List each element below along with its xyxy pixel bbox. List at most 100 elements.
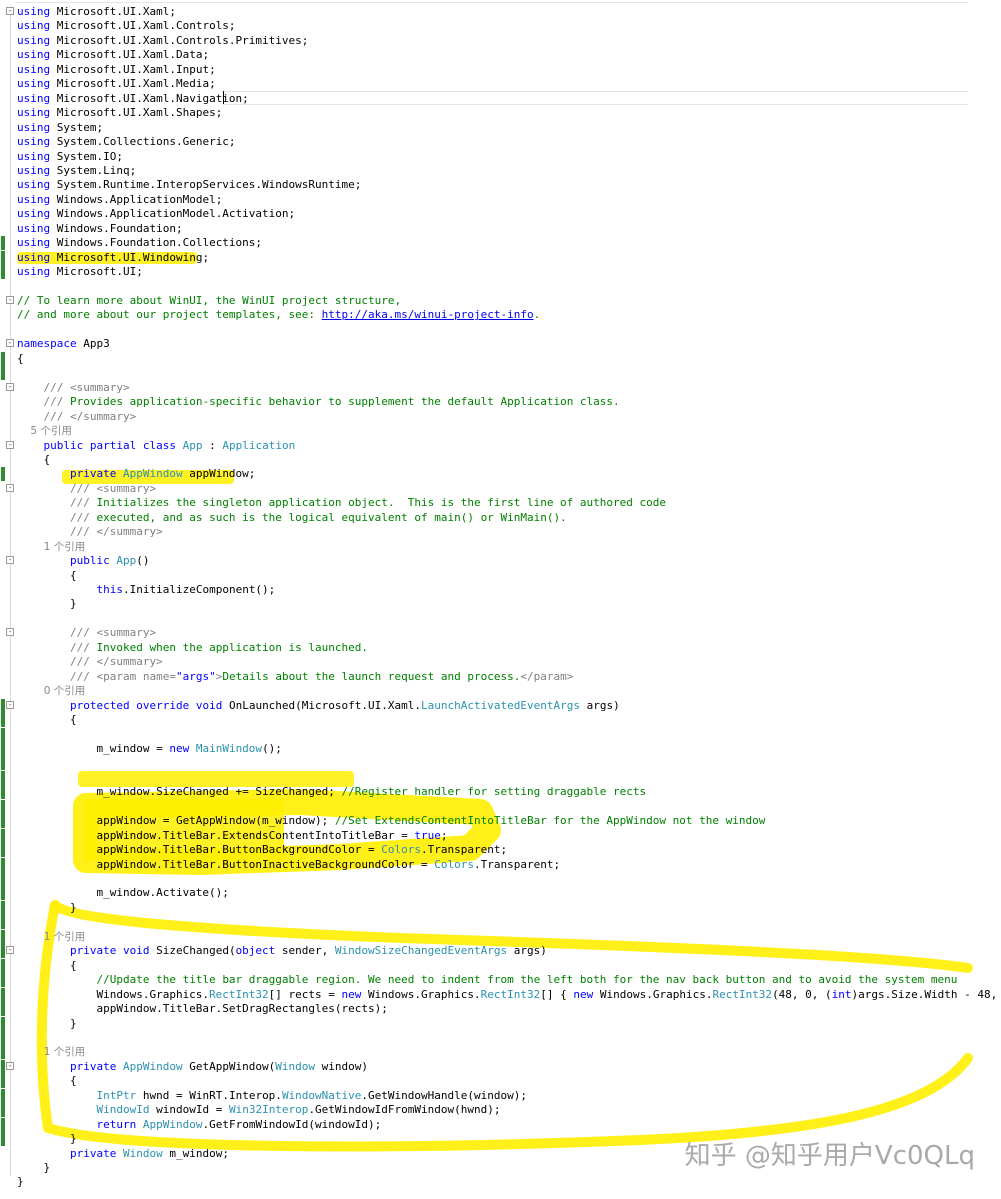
change-bar xyxy=(1,713,5,728)
fold-toggle-icon[interactable]: - xyxy=(6,946,14,955)
code-line[interactable]: - private AppWindow GetAppWindow(Window … xyxy=(0,1059,1001,1074)
code-text: /// Provides application-specific behavi… xyxy=(43,395,620,409)
code-line[interactable]: /// Invoked when the application is laun… xyxy=(0,641,1001,655)
fold-toggle-icon[interactable]: - xyxy=(6,556,14,565)
code-line[interactable] xyxy=(0,280,1001,294)
fold-toggle-icon[interactable]: - xyxy=(6,7,14,15)
code-line[interactable]: 5 个引用 xyxy=(0,424,1001,438)
code-line[interactable]: - /// <summary> xyxy=(0,482,1001,496)
code-line[interactable]: appWindow = GetAppWindow(m_window); //Se… xyxy=(0,814,1001,829)
code-line[interactable]: using System.Linq; xyxy=(0,164,1001,178)
fold-toggle-icon[interactable]: - xyxy=(6,440,14,449)
code-line[interactable]: - public partial class App : Application xyxy=(0,439,1001,453)
code-line[interactable]: /// Initializes the singleton applicatio… xyxy=(0,496,1001,510)
code-line[interactable]: 1 个引用 xyxy=(0,1045,1001,1060)
code-line[interactable]: using Microsoft.UI.Xaml.Controls; xyxy=(0,19,1001,33)
code-line[interactable] xyxy=(0,323,1001,337)
code-line[interactable] xyxy=(0,756,1001,771)
code-line[interactable]: using Microsoft.UI.Xaml.Data; xyxy=(0,48,1001,62)
fold-toggle-icon[interactable]: - xyxy=(6,628,14,637)
code-line[interactable]: /// Provides application-specific behavi… xyxy=(0,395,1001,409)
code-line[interactable]: Windows.Graphics.RectInt32[] rects = new… xyxy=(0,987,1001,1002)
code-line[interactable] xyxy=(0,727,1001,742)
code-text: using Microsoft.UI; xyxy=(17,265,143,279)
code-line[interactable]: -// To learn more about WinUI, the WinUI… xyxy=(0,294,1001,308)
code-line[interactable]: - namespace App3 xyxy=(0,337,1001,351)
code-line[interactable]: using Microsoft.UI.Xaml.Shapes; xyxy=(0,106,1001,120)
code-line[interactable]: } xyxy=(0,900,1001,915)
code-line[interactable]: - public App() xyxy=(0,554,1001,568)
code-line[interactable]: appWindow.TitleBar.SetDragRectangles(rec… xyxy=(0,1002,1001,1017)
code-line[interactable]: return AppWindow.GetFromWindowId(windowI… xyxy=(0,1117,1001,1132)
code-line[interactable]: using System.Runtime.InteropServices.Win… xyxy=(0,178,1001,192)
code-line[interactable]: } xyxy=(0,597,1001,611)
code-line[interactable]: - /// <summary> xyxy=(0,381,1001,395)
code-line[interactable]: using Microsoft.UI; xyxy=(0,265,1001,280)
code-line[interactable]: m_window = new MainWindow(); xyxy=(0,741,1001,756)
code-line[interactable]: using Windows.ApplicationModel.Activatio… xyxy=(0,207,1001,221)
code-line[interactable]: } xyxy=(0,1175,1001,1189)
code-line[interactable]: /// executed, and as such is the logical… xyxy=(0,511,1001,525)
code-line[interactable] xyxy=(0,612,1001,626)
code-line[interactable]: using System; xyxy=(0,121,1001,135)
code-line[interactable]: } xyxy=(0,1016,1001,1031)
code-line[interactable]: private AppWindow appWindow; xyxy=(0,467,1001,482)
code-line[interactable]: using System.IO; xyxy=(0,150,1001,164)
code-line[interactable]: using Windows.Foundation; xyxy=(0,222,1001,236)
code-line[interactable]: using Microsoft.UI.Xaml.Controls.Primiti… xyxy=(0,34,1001,48)
code-line[interactable]: WindowId windowId = Win32Interop.GetWind… xyxy=(0,1103,1001,1118)
code-line[interactable]: using Microsoft.UI.Windowing; xyxy=(0,250,1001,265)
code-line[interactable]: using System.Collections.Generic; xyxy=(0,135,1001,149)
code-text: /// <summary> xyxy=(69,481,157,495)
code-text: using System.Runtime.InteropServices.Win… xyxy=(17,178,362,192)
code-line[interactable]: { xyxy=(0,351,1001,366)
code-line[interactable]: m_window.SizeChanged += SizeChanged; //R… xyxy=(0,785,1001,800)
code-line[interactable] xyxy=(0,799,1001,814)
code-line[interactable]: this.InitializeComponent(); xyxy=(0,583,1001,597)
code-line[interactable]: - /// <summary> xyxy=(0,626,1001,640)
code-line[interactable]: /// </summary> xyxy=(0,655,1001,669)
code-line[interactable]: IntPtr hwnd = WinRT.Interop.WindowNative… xyxy=(0,1088,1001,1103)
fold-toggle-icon[interactable]: - xyxy=(6,483,14,492)
code-text: using Microsoft.UI.Xaml.Data; xyxy=(17,48,210,62)
code-line[interactable]: appWindow.TitleBar.ExtendsContentIntoTit… xyxy=(0,828,1001,843)
code-line[interactable]: /// </summary> xyxy=(0,525,1001,539)
code-line[interactable]: using Windows.Foundation.Collections; xyxy=(0,236,1001,251)
code-line[interactable]: m_window.Activate(); xyxy=(0,886,1001,901)
fold-toggle-icon[interactable]: - xyxy=(6,339,14,348)
code-line[interactable]: { xyxy=(0,453,1001,467)
code-line[interactable]: using Microsoft.UI.Xaml.Input; xyxy=(0,63,1001,77)
code-line[interactable]: { xyxy=(0,1074,1001,1089)
code-line[interactable]: /// <param name="args">Details about the… xyxy=(0,670,1001,684)
code-line[interactable]: 0 个引用 xyxy=(0,684,1001,698)
fold-toggle-icon[interactable]: - xyxy=(6,382,14,391)
change-bar xyxy=(1,973,5,988)
code-line[interactable]: { xyxy=(0,713,1001,728)
code-line[interactable]: 1 个引用 xyxy=(0,540,1001,554)
code-editor[interactable]: - using Microsoft.UI.Xaml; using Microsoft… xyxy=(0,0,1001,1199)
code-line[interactable] xyxy=(0,1030,1001,1045)
code-text: using Windows.Foundation; xyxy=(17,221,183,235)
fold-toggle-icon[interactable]: - xyxy=(6,296,14,304)
fold-toggle-icon[interactable]: - xyxy=(6,700,14,709)
code-line[interactable] xyxy=(0,770,1001,785)
code-line[interactable]: /// </summary> xyxy=(0,410,1001,424)
code-line[interactable]: appWindow.TitleBar.ButtonBackgroundColor… xyxy=(0,843,1001,858)
change-bar xyxy=(1,915,5,930)
code-line[interactable]: - using Microsoft.UI.Xaml; xyxy=(0,5,1001,19)
code-line[interactable]: using Microsoft.UI.Xaml.Media; xyxy=(0,77,1001,91)
code-line[interactable]: using Windows.ApplicationModel; xyxy=(0,193,1001,207)
code-line[interactable]: { xyxy=(0,569,1001,583)
code-line[interactable] xyxy=(0,872,1001,886)
code-line[interactable]: // and more about our project templates,… xyxy=(0,308,1001,322)
code-line[interactable]: { xyxy=(0,958,1001,973)
code-line[interactable] xyxy=(0,915,1001,930)
code-line[interactable]: appWindow.TitleBar.ButtonInactiveBackgro… xyxy=(0,857,1001,872)
fold-toggle-icon[interactable]: - xyxy=(6,1061,14,1070)
code-line[interactable]: //Update the title bar draggable region.… xyxy=(0,973,1001,988)
code-line[interactable]: 1 个引用 xyxy=(0,929,1001,944)
code-text: using Microsoft.UI.Xaml.Shapes; xyxy=(17,106,223,120)
code-line[interactable]: - private void SizeChanged(object sender… xyxy=(0,944,1001,959)
code-line[interactable] xyxy=(0,366,1001,381)
code-line[interactable]: - protected override void OnLaunched(Mic… xyxy=(0,698,1001,713)
